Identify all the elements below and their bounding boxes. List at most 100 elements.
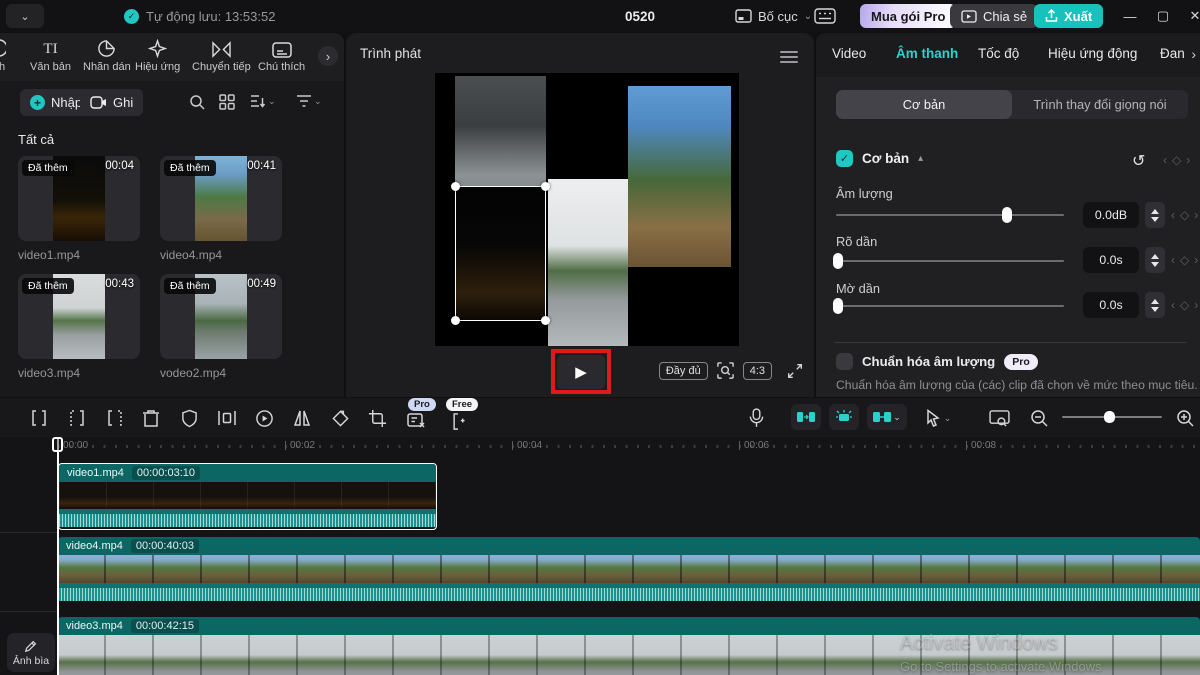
- subtab-voice-changer[interactable]: Trình thay đổi giọng nói: [1012, 90, 1188, 119]
- keyframe-controls[interactable]: ‹ ◇ ›: [1171, 253, 1198, 267]
- mirror-button[interactable]: [291, 407, 313, 429]
- basic-section-header[interactable]: ✓ Cơ bản ▴: [836, 150, 923, 167]
- volume-stepper[interactable]: [1145, 202, 1165, 228]
- delete-right-button[interactable]: [104, 407, 126, 429]
- keyframe-diamond-icon[interactable]: ◇: [1172, 153, 1181, 167]
- timeline-clip-video1[interactable]: video1.mp4 00:00:03:10: [58, 463, 437, 530]
- record-button[interactable]: Ghi: [80, 89, 143, 116]
- playhead-handle[interactable]: [52, 437, 63, 452]
- fullscreen-icon[interactable]: [786, 362, 804, 380]
- tab-chu-thich[interactable]: Chú thích: [258, 38, 305, 73]
- voiceover-button[interactable]: [745, 407, 767, 429]
- keyframe-prev-icon[interactable]: ‹: [1163, 153, 1167, 167]
- mask-button[interactable]: [178, 407, 200, 429]
- reset-button[interactable]: ↺: [1132, 151, 1145, 171]
- aspect-ratio-button[interactable]: 4:3: [743, 362, 772, 380]
- fade-in-slider[interactable]: [836, 260, 1064, 262]
- slider-thumb[interactable]: [1104, 411, 1115, 423]
- zoom-in-button[interactable]: [1174, 407, 1196, 429]
- tab-chuyen-tiep[interactable]: Chuyển tiếp: [192, 38, 251, 73]
- slider-thumb[interactable]: [833, 298, 843, 314]
- fade-in-value[interactable]: 0.0s: [1083, 247, 1139, 273]
- collapse-icon[interactable]: ▴: [918, 153, 923, 164]
- keyframe-prev-icon[interactable]: ‹: [1171, 298, 1175, 312]
- fade-out-stepper[interactable]: [1145, 292, 1165, 318]
- snap-toggle[interactable]: [791, 404, 821, 430]
- subtab-co-ban[interactable]: Cơ bản: [836, 90, 1012, 119]
- keyframe-diamond-icon[interactable]: ◇: [1180, 253, 1189, 267]
- keyframe-next-icon[interactable]: ›: [1194, 253, 1198, 267]
- split-button[interactable]: [28, 407, 50, 429]
- smart-tool-free-button[interactable]: [446, 410, 468, 432]
- slider-thumb[interactable]: [833, 253, 843, 269]
- tab-toc-do[interactable]: Tốc độ: [978, 46, 1019, 61]
- tab-hieu-ung-dong[interactable]: Hiệu ứng động: [1048, 46, 1137, 61]
- speed-button[interactable]: [253, 407, 275, 429]
- select-tool-button[interactable]: ⌄: [920, 407, 956, 429]
- slider-thumb[interactable]: [1002, 207, 1012, 223]
- preview-clip-blue-trees[interactable]: [628, 86, 731, 267]
- selection-handle[interactable]: [451, 182, 460, 191]
- rotate-button[interactable]: [329, 407, 351, 429]
- zoom-out-button[interactable]: [1028, 407, 1050, 429]
- keyframe-diamond-icon[interactable]: ◇: [1180, 298, 1189, 312]
- tab-truncated[interactable]: Đan: [1160, 46, 1185, 61]
- selection-handle[interactable]: [541, 316, 550, 325]
- keyframe-next-icon[interactable]: ›: [1194, 208, 1198, 222]
- keyframe-controls[interactable]: ‹ ◇ ›: [1171, 298, 1198, 312]
- search-button[interactable]: [189, 94, 205, 110]
- media-thumbnail[interactable]: Đã thêm 00:04: [18, 156, 140, 241]
- preview-canvas[interactable]: [435, 73, 739, 346]
- preview-clip-light-road[interactable]: [548, 179, 628, 346]
- sort-button[interactable]: ⌄: [250, 94, 276, 108]
- media-thumbnail[interactable]: Đã thêm 00:41: [160, 156, 282, 241]
- fade-in-stepper[interactable]: [1145, 247, 1165, 273]
- preview-clip-night-selected[interactable]: [455, 186, 546, 321]
- keyframe-next-icon[interactable]: ›: [1194, 298, 1198, 312]
- link-toggle[interactable]: ⌄: [867, 404, 907, 430]
- buy-pro-button[interactable]: Mua gói Pro: [860, 4, 956, 28]
- media-thumbnail[interactable]: Đã thêm 00:49: [160, 274, 282, 359]
- selection-handle[interactable]: [541, 182, 550, 191]
- cover-edit-button[interactable]: Ảnh bìa: [7, 633, 55, 672]
- tab-video[interactable]: Video: [832, 46, 866, 61]
- window-maximize-button[interactable]: ▢: [1148, 0, 1178, 32]
- timeline-clip-video4[interactable]: video4.mp4 00:00:40:03: [58, 537, 1200, 604]
- delete-button[interactable]: [140, 407, 162, 429]
- main-menu-button[interactable]: ⌄: [6, 4, 44, 28]
- tab-am-thanh-partial[interactable]: anh: [0, 38, 6, 73]
- focus-zoom-icon[interactable]: [716, 361, 735, 380]
- keyframe-prev-icon[interactable]: ‹: [1171, 253, 1175, 267]
- filter-button[interactable]: ⌄: [296, 94, 322, 108]
- keyframe-next-icon[interactable]: ›: [1186, 153, 1190, 167]
- playhead[interactable]: [57, 437, 59, 675]
- selection-handle[interactable]: [451, 316, 460, 325]
- layout-menu[interactable]: Bố cục ⌄: [735, 0, 812, 32]
- media-filter-all[interactable]: Tất cả: [18, 132, 54, 147]
- tab-hieu-ung[interactable]: Hiệu ứng: [135, 38, 180, 73]
- window-minimize-button[interactable]: —: [1115, 0, 1145, 32]
- timeline-zoom-slider[interactable]: [1062, 416, 1162, 418]
- tabs-more-button[interactable]: ›: [1191, 46, 1196, 62]
- delete-left-button[interactable]: [66, 407, 88, 429]
- quality-button[interactable]: Đầy đủ: [659, 362, 708, 380]
- tab-nhan-dan[interactable]: Nhãn dán: [83, 38, 131, 73]
- smart-tool-pro-button[interactable]: [406, 410, 428, 432]
- keyframe-controls[interactable]: ‹◇›: [1171, 208, 1198, 222]
- preview-axis-button[interactable]: [988, 407, 1010, 429]
- media-item[interactable]: Đã thêm 00:04 video1.mp4: [18, 156, 140, 262]
- normalize-checkbox[interactable]: [836, 353, 853, 370]
- media-thumbnail[interactable]: Đã thêm 00:43: [18, 274, 140, 359]
- window-close-button[interactable]: ✕: [1180, 0, 1200, 32]
- share-button[interactable]: Chia sẻ: [950, 4, 1038, 28]
- fade-out-value[interactable]: 0.0s: [1083, 292, 1139, 318]
- keyframe-controls[interactable]: ‹ ◇ ›: [1163, 153, 1190, 167]
- player-menu-icon[interactable]: [780, 51, 798, 66]
- keyframe-prev-icon[interactable]: ‹: [1171, 208, 1175, 222]
- export-button[interactable]: Xuất: [1034, 4, 1103, 28]
- volume-slider[interactable]: [836, 214, 1064, 216]
- timeline[interactable]: 00:00 00:02 00:04 00:06 00:08 video1.mp4…: [0, 437, 1200, 675]
- tab-van-ban[interactable]: TI Văn bản: [30, 38, 71, 73]
- fade-out-slider[interactable]: [836, 305, 1064, 307]
- shortcut-panel-button[interactable]: [814, 0, 836, 32]
